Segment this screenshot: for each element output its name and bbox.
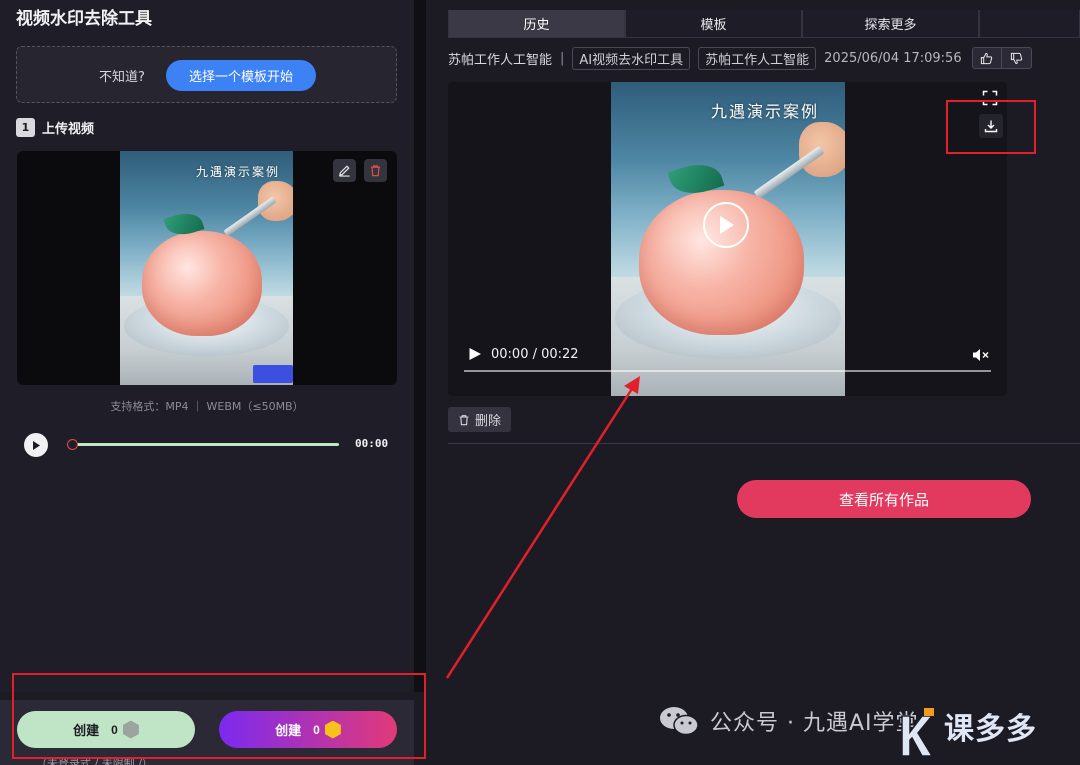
play-icon bbox=[33, 440, 40, 450]
tab-explore[interactable]: 探索更多 bbox=[802, 10, 979, 38]
result-video-player[interactable]: 九遇演示案例 00:00 / 00:22 bbox=[448, 82, 1007, 396]
result-meta: 苏帕工作人工智能 | AI视频去水印工具 苏帕工作人工智能 2025/06/04… bbox=[448, 46, 1032, 70]
result-date: 2025/06/04 17:09:56 bbox=[824, 50, 962, 66]
supported-formats: 支持格式：MP4 ｜ WEBM（≤50MB） bbox=[110, 400, 304, 413]
wechat-text: 公众号 · 九遇AI学堂 bbox=[710, 711, 919, 736]
feedback-buttons bbox=[971, 47, 1032, 69]
video-thumbnail: 九遇演示案例 bbox=[120, 151, 293, 385]
delete-result-button[interactable]: 删除 bbox=[448, 407, 511, 432]
step-label: 上传视频 bbox=[42, 122, 95, 137]
result-source: 苏帕工作人工智能 bbox=[448, 52, 553, 68]
app-root: 视频水印去除工具 不知道? 选择一个模板开始 1 上传视频 九遇演示案例 支持格… bbox=[0, 0, 1080, 765]
k-logo-icon bbox=[901, 708, 934, 757]
tab-templates[interactable]: 模板 bbox=[625, 10, 802, 38]
trash-icon bbox=[370, 165, 381, 177]
meta-separator: | bbox=[560, 50, 565, 66]
player-progress-knob[interactable] bbox=[67, 439, 78, 450]
tab-filler bbox=[979, 10, 1080, 38]
thumbs-up-icon bbox=[980, 52, 993, 64]
choose-template-button[interactable]: 选择一个模板开始 bbox=[166, 60, 316, 91]
thumbs-down-icon bbox=[1010, 52, 1022, 64]
wechat-icon bbox=[660, 707, 699, 736]
trash-icon bbox=[459, 414, 469, 425]
template-hint-box: 不知道? 选择一个模板开始 bbox=[16, 46, 397, 103]
player-progress-track[interactable] bbox=[72, 443, 339, 446]
control-play-icon[interactable] bbox=[468, 347, 482, 361]
watermark-logo-chip bbox=[253, 365, 293, 383]
edit-video-button[interactable] bbox=[333, 159, 356, 182]
uploaded-video-preview[interactable]: 九遇演示案例 bbox=[17, 151, 397, 385]
step-number-badge: 1 bbox=[16, 118, 35, 137]
left-panel: 视频水印去除工具 不知道? 选择一个模板开始 1 上传视频 九遇演示案例 支持格… bbox=[0, 0, 414, 692]
dislike-button[interactable] bbox=[1001, 47, 1032, 69]
panel-divider bbox=[414, 0, 426, 692]
result-tabs: 历史 模板 探索更多 bbox=[448, 10, 1080, 38]
center-play-button[interactable] bbox=[703, 202, 749, 248]
view-all-works-button[interactable]: 查看所有作品 bbox=[737, 480, 1031, 518]
author-tag[interactable]: 苏帕工作人工智能 bbox=[698, 46, 817, 70]
delete-label: 删除 bbox=[474, 413, 501, 428]
player-play-button[interactable] bbox=[24, 433, 48, 457]
tab-history[interactable]: 历史 bbox=[448, 10, 625, 38]
annotation-box-download bbox=[946, 100, 1036, 154]
hint-text: 不知道? bbox=[99, 70, 145, 85]
upload-step-header: 1 上传视频 bbox=[16, 118, 94, 137]
audio-player: 00:00 bbox=[24, 432, 398, 458]
video-time: 00:00 / 00:22 bbox=[491, 347, 579, 362]
like-button[interactable] bbox=[971, 47, 1002, 69]
brand-watermark: 课多多 bbox=[944, 712, 1037, 747]
player-time: 00:00 bbox=[355, 437, 389, 450]
wechat-watermark: 公众号 · 九遇AI学堂 bbox=[658, 704, 919, 738]
play-icon bbox=[720, 216, 734, 234]
tool-tag[interactable]: AI视频去水印工具 bbox=[572, 46, 691, 70]
result-watermark-text: 九遇演示案例 bbox=[711, 102, 820, 121]
video-progress-track[interactable] bbox=[464, 370, 991, 372]
video-watermark-text: 九遇演示案例 bbox=[196, 165, 281, 179]
delete-video-button[interactable] bbox=[364, 159, 387, 182]
mute-icon[interactable] bbox=[972, 348, 990, 362]
tool-title: 视频水印去除工具 bbox=[16, 9, 152, 29]
annotation-box-create bbox=[12, 673, 426, 759]
pencil-icon bbox=[339, 165, 350, 177]
section-divider bbox=[448, 443, 1080, 444]
